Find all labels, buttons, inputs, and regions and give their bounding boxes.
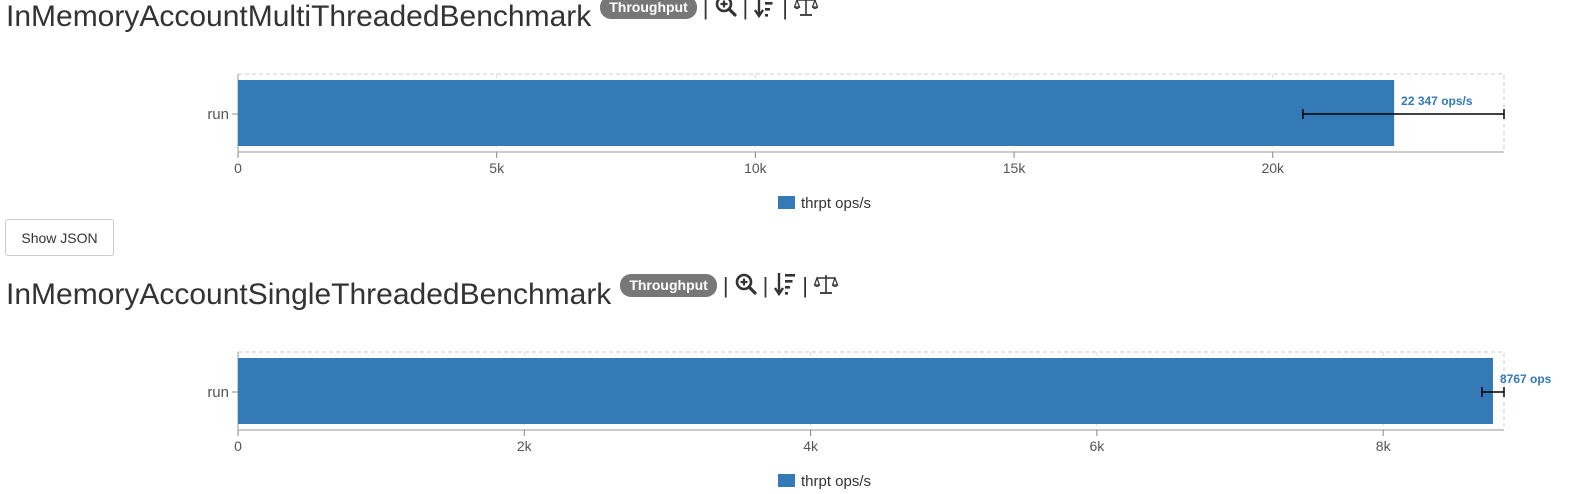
legend-label: thrpt ops/s [801,473,871,490]
separator: | [742,0,749,20]
throughput-chart-single: 0 2k 4k 6k 8k run 8767 ops thrpt ops/s [207,351,1552,490]
mode-badge: Throughput [620,273,717,297]
x-tick-label: 6k [1089,438,1105,454]
x-tick-label: 10k [744,160,768,176]
mode-badge: Throughput [600,0,697,19]
balance-scale-icon[interactable] [813,274,839,299]
benchmark-title: InMemoryAccountMultiThreadedBenchmark [6,0,592,33]
zoom-in-icon[interactable] [715,0,737,22]
x-tick-label: 8k [1376,438,1392,454]
x-tick-label: 5k [489,160,505,176]
bar [238,358,1493,424]
separator: | [702,0,709,20]
x-tick-label: 20k [1261,160,1285,176]
benchmark-title: InMemoryAccountSingleThreadedBenchmark [6,278,612,311]
data-label: 8767 ops [1500,372,1552,386]
sort-desc-icon[interactable] [754,0,776,23]
show-json-button[interactable]: Show JSON [5,219,114,256]
x-tick-label: 2k [517,438,533,454]
category-label: run [207,106,229,123]
legend-label: thrpt ops/s [801,195,871,212]
balance-scale-icon[interactable] [793,0,819,21]
x-tick-label: 0 [234,160,242,176]
benchmark-header-multi: InMemoryAccountMultiThreadedBenchmark Th… [6,0,819,34]
separator: | [722,273,729,298]
separator: | [762,273,769,298]
separator: | [802,273,808,298]
legend-swatch [778,474,795,487]
sort-desc-icon[interactable] [774,272,796,301]
throughput-chart-multi: 0 5k 10k 15k 20k run 22 347 ops/s thrpt ops/s [207,73,1505,212]
separator: | [782,0,788,20]
benchmark-header-single: InMemoryAccountSingleThreadedBenchmark T… [6,272,839,312]
legend-swatch [778,196,795,209]
category-label: run [207,384,229,401]
data-label: 22 347 ops/s [1401,94,1473,108]
x-tick-label: 4k [803,438,819,454]
x-tick-label: 0 [234,438,242,454]
zoom-in-icon[interactable] [735,273,757,300]
x-tick-label: 15k [1003,160,1027,176]
bar [238,80,1395,146]
